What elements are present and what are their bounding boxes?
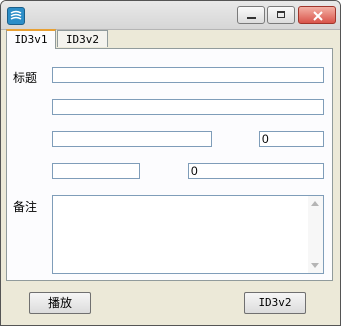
title-label: 标题 bbox=[13, 71, 38, 85]
maximize-icon bbox=[277, 11, 285, 18]
maximize-button[interactable] bbox=[267, 6, 295, 24]
track-field[interactable]: 0 bbox=[188, 163, 324, 179]
album-field[interactable] bbox=[52, 131, 212, 147]
comment-scrollbar[interactable] bbox=[308, 196, 323, 273]
scroll-up-icon[interactable] bbox=[311, 201, 319, 206]
app-logo-icon[interactable] bbox=[7, 7, 25, 25]
genre-field[interactable] bbox=[52, 163, 140, 179]
title-field[interactable] bbox=[52, 67, 324, 83]
title-bar[interactable] bbox=[1, 1, 340, 30]
comment-textarea[interactable] bbox=[52, 195, 324, 274]
minimize-icon bbox=[247, 17, 256, 19]
play-button[interactable]: 播放 bbox=[29, 292, 91, 314]
tab-id3v2[interactable]: ID3v2 bbox=[57, 30, 108, 47]
scroll-down-icon[interactable] bbox=[311, 263, 319, 268]
year-field[interactable]: 0 bbox=[259, 131, 324, 147]
minimize-button[interactable] bbox=[237, 6, 265, 24]
close-button[interactable] bbox=[298, 6, 336, 24]
tab-id3v1[interactable]: ID3v1 bbox=[6, 29, 56, 49]
comment-label: 备注 bbox=[13, 200, 38, 214]
main-window: ID3v1 ID3v2 标题 0 0 备注 播放 ID3v2 bbox=[0, 0, 341, 326]
close-icon bbox=[313, 11, 323, 21]
id3v2-button[interactable]: ID3v2 bbox=[244, 292, 306, 314]
tab-panel: 标题 0 0 备注 bbox=[6, 48, 333, 281]
artist-field[interactable] bbox=[52, 99, 324, 115]
